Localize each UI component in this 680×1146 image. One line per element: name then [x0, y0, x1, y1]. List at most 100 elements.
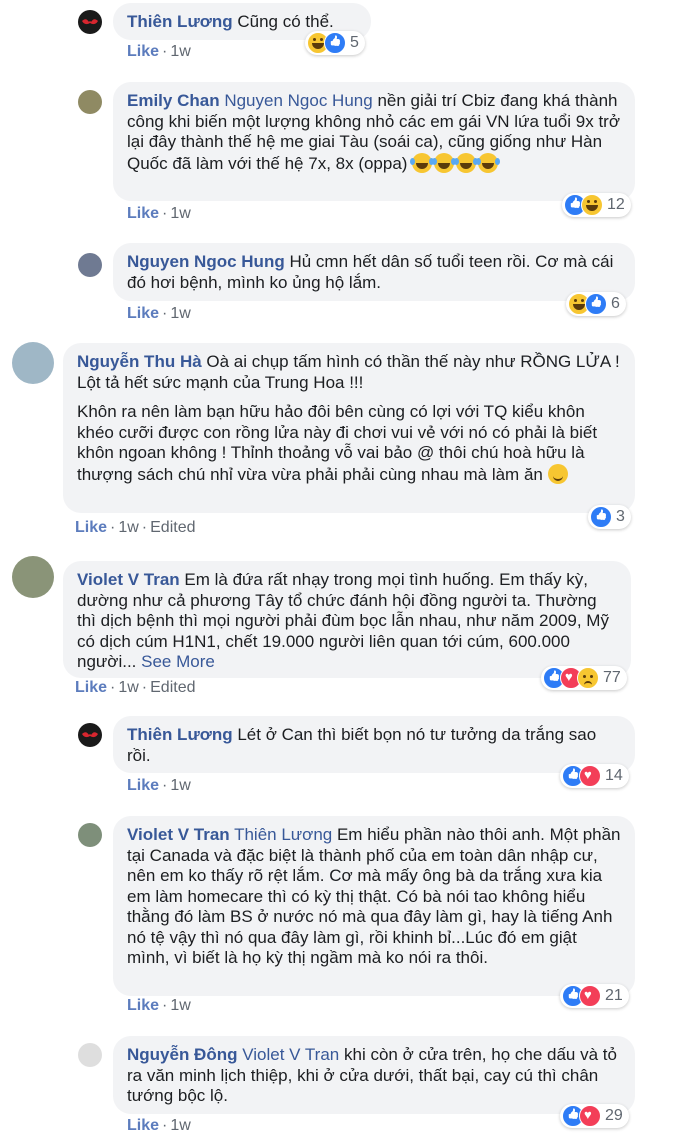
reaction-count: 5	[350, 34, 359, 51]
comment-meta: Like · 1w · Edited	[75, 519, 196, 537]
see-more-link[interactable]: See More	[141, 652, 215, 671]
sad-reaction-icon	[577, 667, 599, 689]
comment-author[interactable]: Violet V Tran	[77, 570, 180, 589]
reaction-summary[interactable]: 21	[560, 984, 629, 1008]
comment-bubble: Thiên Lương Lét ở Can thì biết bọn nó tư…	[113, 716, 635, 773]
mention-tag[interactable]: Nguyen Ngoc Hung	[224, 91, 372, 110]
reaction-count: 12	[607, 196, 625, 213]
timestamp[interactable]: 1w	[170, 777, 190, 794]
edited-label[interactable]: Edited	[150, 519, 195, 536]
reaction-count: 3	[616, 508, 625, 525]
comment-body: Cũng có thể.	[237, 12, 334, 31]
love-reaction-icon	[579, 1105, 601, 1127]
reaction-summary[interactable]: 14	[560, 764, 629, 788]
smile-emoji	[547, 463, 568, 484]
comment-body: Em hiểu phần nào thôi anh. Một phần tại …	[127, 825, 621, 967]
separator-dot: ·	[110, 679, 116, 696]
comment-meta: Like · 1w	[127, 1117, 191, 1135]
comment-author[interactable]: Nguyễn Đông	[127, 1045, 238, 1064]
like-link[interactable]: Like	[127, 777, 159, 794]
comment-meta: Like · 1w · Edited	[75, 679, 196, 697]
comment-body: Khôn ra nên làm bạn hữu hảo đôi bên cùng…	[77, 402, 598, 484]
comment-meta: Like · 1w	[127, 43, 191, 61]
comment-bubble: Nguyễn Thu Hà Oà ai chụp tấm hình có thầ…	[63, 343, 635, 513]
mention-tag[interactable]: Thiên Lương	[234, 825, 332, 844]
comment-text: Violet V Tran Em là đứa rất nhạy trong m…	[77, 570, 619, 673]
comment-author[interactable]: Thiên Lương	[127, 725, 233, 744]
comment-meta: Like · 1w	[127, 777, 191, 795]
reaction-count: 29	[605, 1107, 623, 1124]
reaction-count: 6	[611, 295, 620, 312]
like-link[interactable]: Like	[75, 679, 107, 696]
comment-bubble: Nguyen Ngoc Hung Hủ cmn hết dân số tuổi …	[113, 243, 635, 301]
like-reaction-icon	[585, 293, 607, 315]
like-link[interactable]: Like	[127, 305, 159, 322]
avatar[interactable]	[78, 90, 102, 114]
comment-bubble: Emily Chan Nguyen Ngoc Hung nền giải trí…	[113, 82, 635, 201]
comment-author[interactable]: Emily Chan	[127, 91, 220, 110]
separator-dot: ·	[162, 1117, 168, 1134]
reaction-summary[interactable]: 6	[566, 292, 626, 316]
reaction-summary[interactable]: 5	[305, 31, 365, 55]
separator-dot: ·	[141, 519, 148, 536]
avatar[interactable]	[78, 723, 102, 747]
love-reaction-icon	[579, 765, 601, 787]
timestamp[interactable]: 1w	[170, 997, 190, 1014]
avatar[interactable]	[12, 342, 54, 384]
separator-dot: ·	[162, 997, 168, 1014]
avatar[interactable]	[78, 823, 102, 847]
timestamp[interactable]: 1w	[170, 1117, 190, 1134]
comment-author[interactable]: Violet V Tran	[127, 825, 230, 844]
separator-dot: ·	[162, 43, 168, 60]
timestamp[interactable]: 1w	[170, 43, 190, 60]
comment-meta: Like · 1w	[127, 305, 191, 323]
tears-of-joy-emoji	[476, 152, 499, 173]
avatar[interactable]	[12, 556, 54, 598]
reaction-summary[interactable]: 3	[588, 505, 631, 529]
comment-bubble: Violet V Tran Thiên Lương Em hiểu phần n…	[113, 816, 635, 996]
timestamp[interactable]: 1w	[118, 519, 138, 536]
haha-reaction-icon	[581, 194, 603, 216]
mention-tag[interactable]: Violet V Tran	[242, 1045, 339, 1064]
comment-author[interactable]: Nguyễn Thu Hà	[77, 352, 202, 371]
like-link[interactable]: Like	[127, 1117, 159, 1134]
comment-meta: Like · 1w	[127, 205, 191, 223]
like-link[interactable]: Like	[127, 205, 159, 222]
comment-text: Nguyễn Thu Hà Oà ai chụp tấm hình có thầ…	[77, 352, 623, 393]
comment-text: Nguyen Ngoc Hung Hủ cmn hết dân số tuổi …	[127, 252, 623, 293]
like-link[interactable]: Like	[75, 519, 107, 536]
timestamp[interactable]: 1w	[170, 205, 190, 222]
edited-label[interactable]: Edited	[150, 679, 195, 696]
comment-text: Khôn ra nên làm bạn hữu hảo đôi bên cùng…	[77, 402, 623, 485]
separator-dot: ·	[141, 679, 148, 696]
separator-dot: ·	[162, 305, 168, 322]
reaction-summary[interactable]: 77	[541, 666, 627, 690]
love-reaction-icon	[579, 985, 601, 1007]
separator-dot: ·	[110, 519, 116, 536]
comment-text: Thiên Lương Lét ở Can thì biết bọn nó tư…	[127, 725, 623, 766]
comment-bubble: Violet V Tran Em là đứa rất nhạy trong m…	[63, 561, 631, 678]
tears-of-joy-emoji	[454, 152, 477, 173]
timestamp[interactable]: 1w	[118, 679, 138, 696]
avatar[interactable]	[78, 253, 102, 277]
comment-bubble: Nguyễn Đông Violet V Tran khi còn ở cửa …	[113, 1036, 635, 1114]
separator-dot: ·	[162, 777, 168, 794]
like-link[interactable]: Like	[127, 43, 159, 60]
reaction-count: 21	[605, 987, 623, 1004]
like-link[interactable]: Like	[127, 997, 159, 1014]
reaction-count: 77	[603, 669, 621, 686]
like-reaction-icon	[590, 506, 612, 528]
comment-text: Thiên Lương Cũng có thể.	[127, 12, 359, 33]
comment-text: Violet V Tran Thiên Lương Em hiểu phần n…	[127, 825, 623, 969]
tears-of-joy-emoji	[432, 152, 455, 173]
comment-author[interactable]: Nguyen Ngoc Hung	[127, 252, 285, 271]
avatar[interactable]	[78, 10, 102, 34]
comment-text: Emily Chan Nguyen Ngoc Hung nền giải trí…	[127, 91, 623, 174]
avatar[interactable]	[78, 1043, 102, 1067]
reaction-summary[interactable]: 12	[562, 193, 631, 217]
timestamp[interactable]: 1w	[170, 305, 190, 322]
like-reaction-icon	[324, 32, 346, 54]
reaction-summary[interactable]: 29	[560, 1104, 629, 1128]
comment-author[interactable]: Thiên Lương	[127, 12, 233, 31]
reaction-count: 14	[605, 767, 623, 784]
